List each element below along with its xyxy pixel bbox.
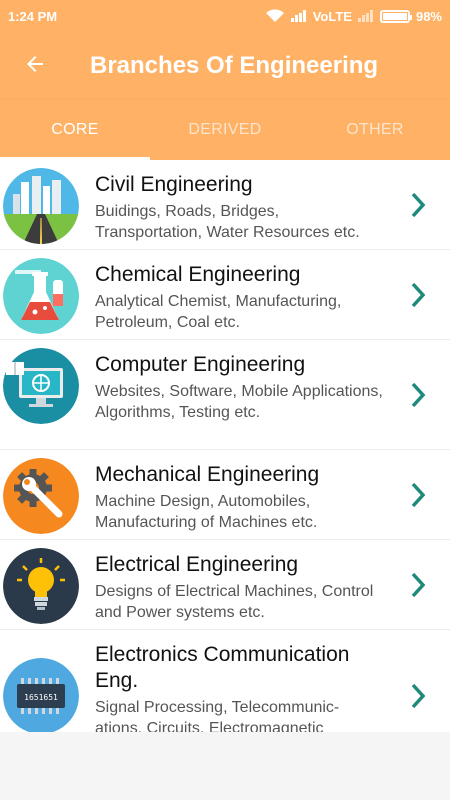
signal-icon <box>290 10 307 22</box>
wifi-icon <box>265 9 285 23</box>
tab-bar: CORE DERIVED OTHER <box>0 100 450 160</box>
branch-title: Computer Engineering <box>95 353 306 376</box>
branch-title: Electronics Communication Eng. <box>95 643 350 692</box>
list-item-chemical[interactable]: Chemical Engineering Analytical Chemist,… <box>0 250 450 340</box>
app-bar: Branches Of Engineering <box>0 32 450 100</box>
gear-wrench-icon <box>3 458 79 534</box>
chevron-right-icon[interactable] <box>408 281 428 309</box>
tab-core[interactable]: CORE <box>0 100 150 160</box>
chevron-right-icon[interactable] <box>408 682 428 710</box>
chevron-right-icon[interactable] <box>408 481 428 509</box>
lightbulb-icon <box>3 548 79 624</box>
tab-other-label: OTHER <box>346 121 404 138</box>
branch-desc: Signal Processing, Telecommunic-ations, … <box>95 699 340 732</box>
chevron-right-icon[interactable] <box>408 191 428 219</box>
branch-title: Electrical Engineering <box>95 553 299 576</box>
branch-desc: Websites, Software, Mobile Applications,… <box>95 383 383 421</box>
branch-list: Civil Engineering Buidings, Roads, Bridg… <box>0 160 450 732</box>
list-item-computer[interactable]: Computer Engineering Websites, Software,… <box>0 340 450 450</box>
chevron-right-icon[interactable] <box>408 381 428 409</box>
branch-desc: Analytical Chemist, Manufacturing, Petro… <box>95 293 342 331</box>
status-bar: 1:24 PM VoLTE 98% <box>0 0 450 32</box>
list-item-mechanical[interactable]: Mechanical Engineering Machine Design, A… <box>0 450 450 540</box>
tab-derived-label: DERIVED <box>188 121 262 138</box>
battery-percent: 98% <box>415 8 442 24</box>
branch-desc: Buidings, Roads, Bridges, Transportation… <box>95 203 360 241</box>
computer-icon <box>3 348 79 424</box>
branch-title: Chemical Engineering <box>95 263 301 286</box>
branch-desc: Designs of Electrical Machines, Control … <box>95 583 374 621</box>
flask-icon <box>3 258 79 334</box>
back-button[interactable] <box>0 32 70 100</box>
chevron-right-icon[interactable] <box>408 571 428 599</box>
battery-icon <box>379 9 412 23</box>
branch-desc: Machine Design, Automobiles, Manufacturi… <box>95 493 318 531</box>
signal-icon-2 <box>357 10 374 22</box>
page-title: Branches Of Engineering <box>90 52 379 79</box>
chip-label: 1651651 <box>24 693 58 702</box>
list-item-civil[interactable]: Civil Engineering Buidings, Roads, Bridg… <box>0 160 450 250</box>
arrow-left-icon <box>23 52 47 81</box>
city-road-icon <box>3 168 79 244</box>
chip-icon: 1651651 <box>3 658 79 732</box>
tab-derived[interactable]: DERIVED <box>150 100 300 160</box>
status-time: 1:24 PM <box>8 8 58 24</box>
tab-core-label: CORE <box>51 121 99 138</box>
list-item-electronics[interactable]: 1651651 Electronics Communication Eng. S… <box>0 630 450 732</box>
list-item-electrical[interactable]: Electrical Engineering Designs of Electr… <box>0 540 450 630</box>
branch-title: Civil Engineering <box>95 173 253 196</box>
bottom-empty-area <box>0 732 450 800</box>
network-label: VoLTE <box>312 8 352 24</box>
tab-other[interactable]: OTHER <box>300 100 450 160</box>
branch-title: Mechanical Engineering <box>95 463 320 486</box>
